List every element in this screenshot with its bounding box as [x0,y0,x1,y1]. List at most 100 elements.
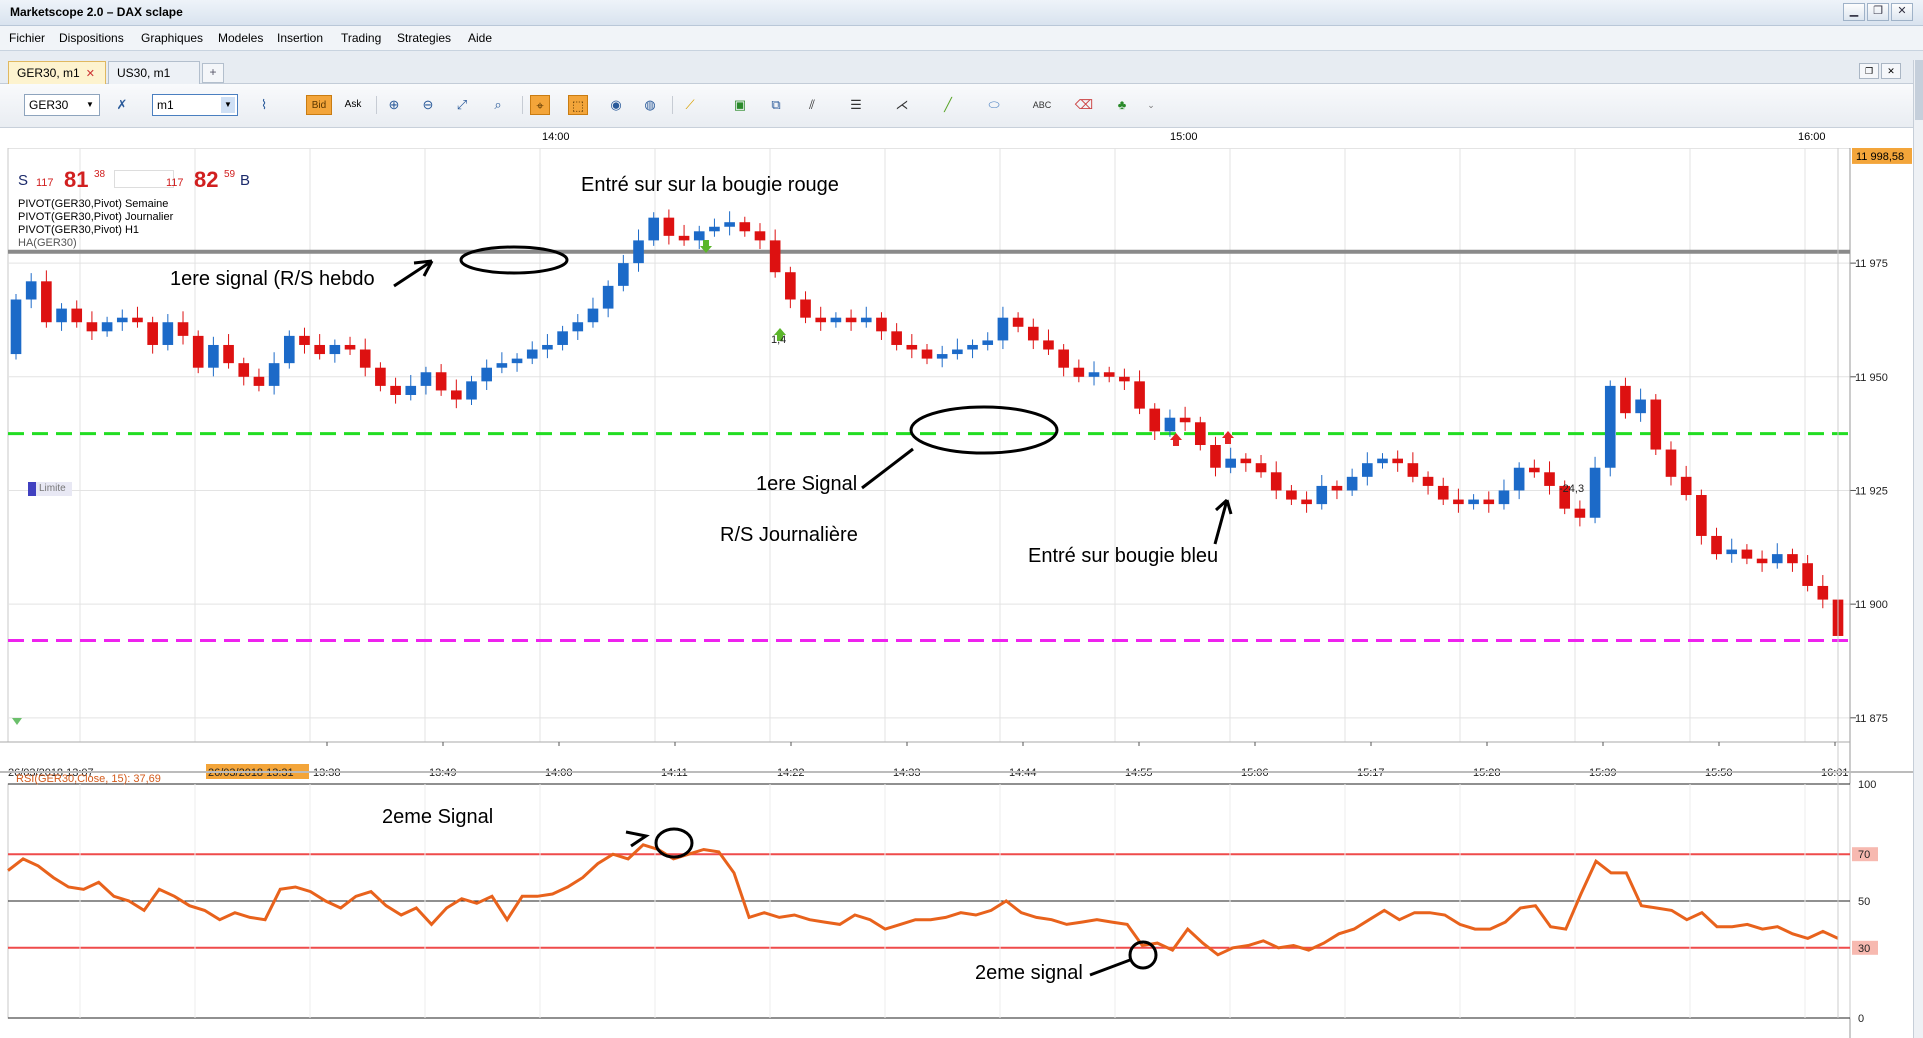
candle[interactable] [1817,585,1829,600]
candle[interactable] [952,349,963,355]
candle[interactable] [10,299,22,355]
candle[interactable] [162,322,174,345]
candle[interactable] [1665,449,1677,477]
candle[interactable] [451,390,462,400]
candle[interactable] [1513,467,1525,491]
restore-icon[interactable]: ❐ [1867,3,1889,21]
candle[interactable] [754,231,766,241]
zoom-fit-icon[interactable]: ⤢ [452,95,472,115]
crosshair-icon[interactable]: ⌖ [530,95,550,115]
candle[interactable] [769,240,781,273]
candle[interactable] [1453,499,1464,505]
candle[interactable] [1604,385,1616,468]
candle[interactable] [997,317,1009,341]
candle[interactable] [1346,476,1358,491]
candle[interactable] [25,281,37,300]
candle[interactable] [1088,372,1100,377]
close-tab-icon[interactable]: ✕ [86,68,95,80]
candle[interactable] [1012,317,1024,327]
horizontal-lines-icon[interactable]: ☰ [846,95,866,115]
candle[interactable] [693,231,705,241]
candle[interactable] [542,344,553,350]
menu-fichier[interactable]: Fichier [9,31,45,45]
add-tab-icon[interactable]: + [202,63,224,83]
indicators-icon[interactable]: ♣ [1112,95,1132,115]
instrument-select[interactable]: GER30 ▼ [24,94,100,116]
text-tool-icon[interactable]: ABC [1032,95,1052,115]
toolbar-more-icon[interactable]: ⌄ [1144,95,1158,115]
magnify-icon[interactable]: ⌕ [488,95,508,115]
candle[interactable] [1392,458,1403,464]
candle[interactable] [1650,399,1662,450]
candle[interactable] [481,367,492,382]
candle[interactable] [830,317,842,323]
candle[interactable] [982,340,994,345]
eye-icon[interactable]: ◉ [606,95,626,115]
candle[interactable] [618,263,629,286]
candle[interactable] [1255,463,1267,473]
candle[interactable] [299,335,310,345]
candle[interactable] [1741,549,1753,559]
cursor-icon[interactable]: ⬚ [568,95,588,115]
candle[interactable] [648,217,660,241]
candle[interactable] [663,217,675,236]
quote-panel[interactable]: S 117 81 38 117 82 59 B [18,167,254,194]
candle[interactable] [314,344,325,355]
close-chart-icon[interactable]: ✕ [1881,63,1901,79]
candle[interactable] [223,344,234,364]
candle[interactable] [633,240,644,264]
candle[interactable] [572,322,584,332]
candle[interactable] [1377,458,1388,464]
candle[interactable] [724,222,735,227]
candle[interactable] [921,349,933,359]
candle[interactable] [1711,535,1722,555]
candle[interactable] [785,272,796,300]
zoom-in-icon[interactable]: ⊕ [384,95,404,115]
candle[interactable] [1027,326,1039,341]
candle[interactable] [1437,485,1449,500]
candle[interactable] [511,358,523,364]
candle[interactable] [587,308,599,323]
candle[interactable] [496,363,508,368]
zoom-out-icon[interactable]: ⊖ [418,95,438,115]
candle[interactable] [56,308,67,323]
candle[interactable] [1225,458,1236,468]
picture-icon[interactable]: ▣ [730,95,750,115]
candle[interactable] [390,385,401,395]
candle[interactable] [359,349,371,368]
trendline-icon[interactable]: ╱ [938,95,958,115]
limit-order-marker[interactable]: Limite [28,482,72,496]
amount-field[interactable] [114,170,174,188]
candle[interactable] [800,299,811,318]
candle[interactable] [1194,422,1206,445]
indicator-line[interactable]: HA(GER30) [18,237,173,250]
candle[interactable] [147,322,158,345]
candle[interactable] [1179,417,1191,423]
candle[interactable] [526,349,538,359]
menu-insertion[interactable]: Insertion [277,31,323,45]
candle[interactable] [1164,417,1176,432]
candle[interactable] [1635,399,1646,414]
candle[interactable] [1149,408,1161,432]
eraser-icon[interactable]: ⌫ [1074,95,1094,115]
candle[interactable] [1544,472,1555,486]
candle[interactable] [936,354,948,359]
candle[interactable] [1210,445,1221,468]
sell-price[interactable]: 81 [64,167,88,193]
candle[interactable] [1362,463,1373,477]
candle[interactable] [1286,490,1297,500]
menu-trading[interactable]: Trading [341,31,381,45]
candle[interactable] [709,226,720,232]
candle[interactable] [329,344,341,355]
candle[interactable] [876,317,887,332]
candle[interactable] [253,376,265,386]
candle[interactable] [1680,476,1692,496]
candle[interactable] [1301,499,1312,505]
period-icon[interactable]: ✗ [112,95,132,115]
candle[interactable] [1134,381,1145,409]
candle[interactable] [1058,349,1069,368]
candle[interactable] [845,317,857,323]
candle[interactable] [1696,495,1707,536]
candle[interactable] [1787,554,1798,564]
candle[interactable] [891,331,902,345]
